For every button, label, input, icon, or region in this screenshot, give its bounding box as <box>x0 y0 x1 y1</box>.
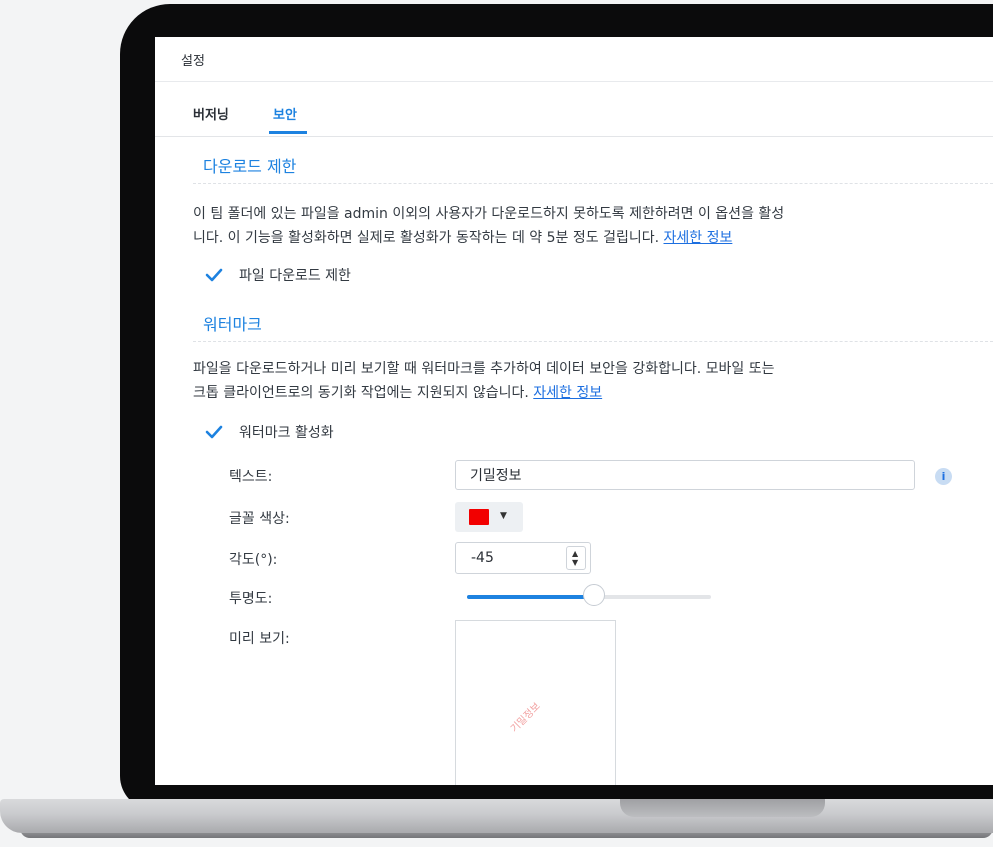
chevron-down-icon: ▼ <box>500 511 507 521</box>
check-icon <box>205 425 223 439</box>
angle-stepper[interactable]: -45 ▲ ▼ <box>455 542 591 574</box>
download-desc-line1: 이 팀 폴더에 있는 파일을 admin 이외의 사용자가 다운로드하지 못하도… <box>193 206 785 222</box>
download-restrict-label: 파일 다운로드 제한 <box>239 268 351 284</box>
preview-label: 미리 보기: <box>229 631 290 647</box>
font-color-picker[interactable]: ▼ <box>455 502 523 532</box>
download-section-title: 다운로드 제한 <box>203 157 297 176</box>
section-divider <box>193 341 993 343</box>
opacity-slider-fill <box>467 595 594 599</box>
tab-bar: 버저닝 보안 <box>155 82 993 137</box>
check-icon <box>205 268 223 282</box>
watermark-text-input[interactable]: 기밀정보 <box>455 460 915 490</box>
title-bar: 설정 <box>155 37 993 82</box>
watermark-enable-label: 워터마크 활성화 <box>239 425 334 441</box>
active-tab-indicator <box>269 131 307 134</box>
watermark-preview: 기밀정보 <box>455 620 616 785</box>
section-divider <box>193 183 993 185</box>
tab-versioning[interactable]: 버저닝 <box>193 104 229 123</box>
preview-watermark-text: 기밀정보 <box>508 701 543 735</box>
stepper-arrows[interactable]: ▲ ▼ <box>566 546 586 570</box>
laptop-base <box>0 799 993 833</box>
text-field-label: 텍스트: <box>229 469 273 485</box>
tab-security[interactable]: 보안 <box>273 104 297 123</box>
watermark-enable-checkbox[interactable] <box>205 423 223 441</box>
opacity-slider-thumb[interactable] <box>583 584 605 606</box>
color-swatch <box>469 509 489 525</box>
info-icon[interactable]: i <box>935 468 952 485</box>
watermark-section-title: 워터마크 <box>203 315 262 334</box>
window-title: 설정 <box>181 54 205 69</box>
download-desc-line2: 니다. 이 기능을 활성화하면 실제로 활성화가 동작하는 데 약 5분 정도 … <box>193 230 664 246</box>
watermark-desc-line2: 크톱 클라이언트로의 동기화 작업에는 지원되지 않습니다. <box>193 385 534 401</box>
settings-window: 설정 버저닝 보안 다운로드 제한 이 팀 폴더에 있는 파일을 admin 이… <box>155 37 993 785</box>
opacity-label: 투명도: <box>229 591 273 607</box>
watermark-desc-line1: 파일을 다운로드하거나 미리 보기할 때 워터마크를 추가하여 데이터 보안을 … <box>193 361 775 377</box>
download-description: 이 팀 폴더에 있는 파일을 admin 이외의 사용자가 다운로드하지 못하도… <box>193 202 993 250</box>
angle-label: 각도(°): <box>229 552 278 568</box>
angle-value: -45 <box>471 550 494 566</box>
watermark-learn-more-link[interactable]: 자세한 정보 <box>533 385 602 401</box>
chevron-up-icon[interactable]: ▲ <box>572 549 578 558</box>
laptop-notch <box>620 799 825 817</box>
font-color-label: 글꼴 색상: <box>229 511 290 527</box>
download-learn-more-link[interactable]: 자세한 정보 <box>664 230 733 246</box>
watermark-description: 파일을 다운로드하거나 미리 보기할 때 워터마크를 추가하여 데이터 보안을 … <box>193 357 993 405</box>
download-restrict-checkbox[interactable] <box>205 266 223 284</box>
chevron-down-icon[interactable]: ▼ <box>572 558 578 567</box>
